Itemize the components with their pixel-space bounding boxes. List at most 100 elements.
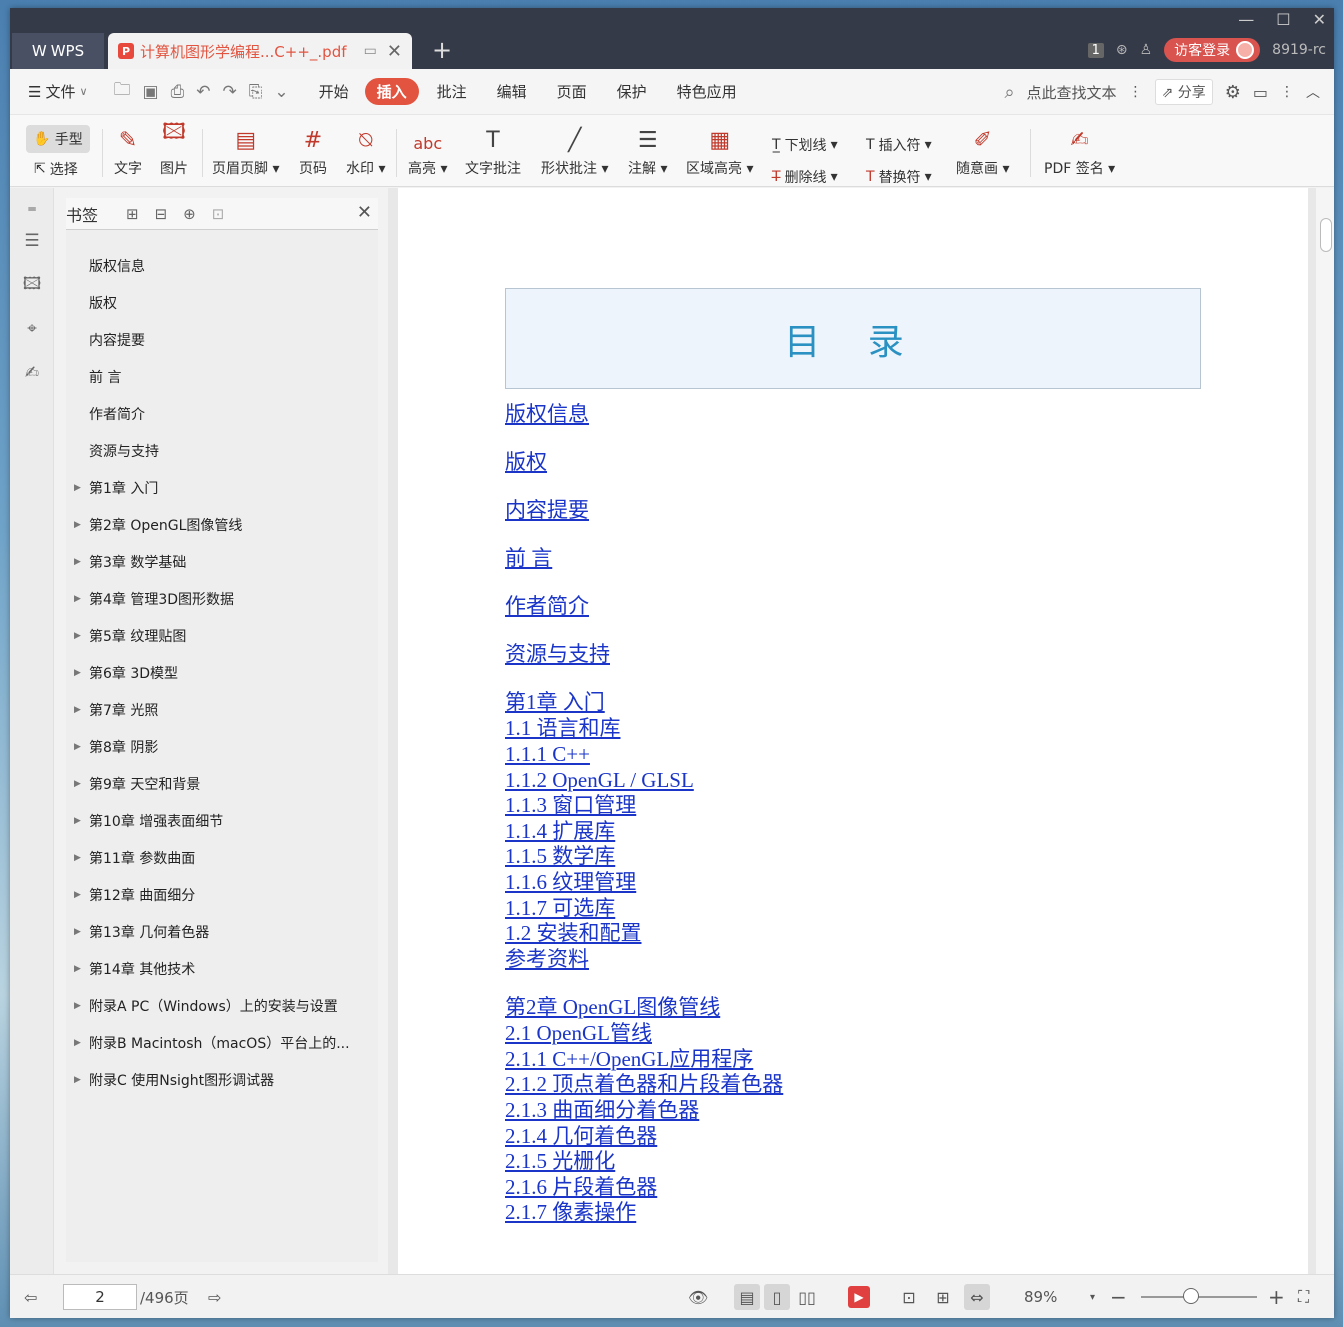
- window-count-badge[interactable]: 1: [1087, 42, 1104, 58]
- toc-link[interactable]: 2.1.4 几何着色器: [505, 1124, 657, 1148]
- signature-list-icon[interactable]: ✍: [21, 362, 43, 384]
- more-vertical-icon[interactable]: ⋮: [1129, 84, 1143, 100]
- bookmark-item[interactable]: ▶ 第2章 OpenGL图像管线: [66, 506, 378, 543]
- menu-start[interactable]: 开始: [309, 81, 359, 102]
- maximize-icon[interactable]: ☐: [1276, 10, 1290, 29]
- thumbnail-image-icon[interactable]: 🖾: [21, 274, 43, 296]
- fullscreen-icon[interactable]: ⛶: [1298, 1275, 1309, 1318]
- select-tool-button[interactable]: ⇱ 选择: [34, 159, 78, 179]
- bookmark-item[interactable]: ▶ 附录B Macintosh（macOS）平台上的...: [66, 1024, 378, 1061]
- bookmark-list-icon[interactable]: ☰: [21, 230, 43, 252]
- bookmark-item[interactable]: ▶ 第8章 阴影: [66, 728, 378, 765]
- toc-link[interactable]: 前 言: [505, 546, 552, 570]
- expand-arrow-icon[interactable]: ▶: [66, 1038, 89, 1048]
- share-button[interactable]: ⇗ 分享: [1154, 79, 1213, 105]
- fit-width-icon[interactable]: ⇔: [964, 1284, 990, 1310]
- skin-icon[interactable]: ⊛: [1116, 42, 1128, 58]
- note-button[interactable]: ☰ 注解 ▾: [628, 119, 667, 178]
- collapse-ribbon-icon[interactable]: ︿: [1306, 82, 1320, 102]
- toc-link[interactable]: 2.1.1 C++/OpenGL应用程序: [505, 1047, 753, 1071]
- toc-link[interactable]: 1.1.4 扩展库: [505, 819, 615, 843]
- bookmark-item[interactable]: ▶ 第1章 入门: [66, 469, 378, 506]
- toc-link[interactable]: 资源与支持: [505, 642, 610, 666]
- toc-link[interactable]: 版权: [505, 450, 547, 474]
- expand-arrow-icon[interactable]: ▶: [66, 705, 89, 715]
- insert-mark-button[interactable]: T 插入符 ▾: [866, 135, 932, 155]
- expand-arrow-icon[interactable]: ▶: [66, 483, 89, 493]
- toc-link[interactable]: 第2章 OpenGL图像管线: [505, 995, 720, 1019]
- toc-link[interactable]: 内容提要: [505, 498, 589, 522]
- add-bookmark-icon[interactable]: ⊞: [126, 205, 139, 223]
- area-highlight-button[interactable]: ▦ 区域高亮 ▾: [686, 119, 753, 178]
- minimize-icon[interactable]: —: [1238, 10, 1254, 29]
- expand-arrow-icon[interactable]: ▶: [66, 853, 89, 863]
- bookmark-item[interactable]: ▶ 第6章 3D模型: [66, 654, 378, 691]
- toc-link[interactable]: 1.1.7 可选库: [505, 896, 615, 920]
- drag-handle-icon[interactable]: ═: [21, 198, 43, 220]
- expand-arrow-icon[interactable]: ▶: [66, 631, 89, 641]
- toc-link[interactable]: 2.1 OpenGL管线: [505, 1021, 652, 1045]
- menu-page[interactable]: 页面: [547, 81, 597, 102]
- prev-page-icon[interactable]: ⇦: [24, 1275, 37, 1318]
- bookmark-item[interactable]: ▶ 第11章 参数曲面: [66, 839, 378, 876]
- expand-arrow-icon[interactable]: ▶: [66, 742, 89, 752]
- bookmark-item[interactable]: 前 言: [66, 358, 378, 395]
- bookmark-item[interactable]: ▶ 附录A PC（Windows）上的安装与设置: [66, 987, 378, 1024]
- redo-icon[interactable]: ↷: [216, 82, 242, 102]
- expand-arrow-icon[interactable]: ▶: [66, 816, 89, 826]
- bookmark-item[interactable]: ▶ 附录C 使用Nsight图形调试器: [66, 1061, 378, 1098]
- toc-link[interactable]: 1.2 安装和配置: [505, 921, 642, 945]
- more-dropdown-icon[interactable]: ⌄: [268, 82, 294, 102]
- strikethrough-button[interactable]: T̶ 删除线 ▾: [772, 167, 838, 187]
- expand-arrow-icon[interactable]: ▶: [66, 520, 89, 530]
- expand-arrow-icon[interactable]: ▶: [66, 1001, 89, 1011]
- toc-link[interactable]: 作者简介: [505, 594, 589, 618]
- two-page-view-icon[interactable]: ▯▯: [794, 1284, 820, 1310]
- annotation-tag-icon[interactable]: ⌖: [21, 318, 43, 340]
- bookmark-item[interactable]: ▶ 第4章 管理3D图形数据: [66, 580, 378, 617]
- bookmark-item[interactable]: ▶ 第12章 曲面细分: [66, 876, 378, 913]
- hand-tool-button[interactable]: ✋ 手型: [26, 125, 90, 153]
- zoom-out-icon[interactable]: −: [1110, 1275, 1127, 1318]
- pin-window-icon[interactable]: ▭: [364, 43, 377, 59]
- underline-button[interactable]: T̲ 下划线 ▾: [772, 135, 838, 155]
- toc-link[interactable]: 2.1.2 顶点着色器和片段着色器: [505, 1072, 783, 1096]
- menu-insert[interactable]: 插入: [364, 78, 419, 105]
- pdf-sign-button[interactable]: ✍ PDF 签名 ▾: [1044, 119, 1115, 178]
- zoom-level[interactable]: 89%: [1024, 1275, 1057, 1318]
- shirt-icon[interactable]: ♙: [1140, 42, 1153, 58]
- menu-special[interactable]: 特色应用: [667, 81, 747, 102]
- close-tab-icon[interactable]: ✕: [387, 41, 402, 62]
- menu-annotate[interactable]: 批注: [427, 81, 477, 102]
- page-number-button[interactable]: # 页码: [299, 119, 327, 178]
- zoom-slider-handle[interactable]: [1183, 1288, 1199, 1304]
- expand-arrow-icon[interactable]: ▶: [66, 927, 89, 937]
- fit-page-icon[interactable]: ⊞: [930, 1284, 956, 1310]
- new-bookmark-icon[interactable]: ⊕: [183, 205, 196, 223]
- header-footer-button[interactable]: ▤ 页眉页脚 ▾: [212, 119, 279, 178]
- watermark-button[interactable]: ⍉ 水印 ▾: [346, 119, 385, 178]
- bookmark-item[interactable]: 作者简介: [66, 395, 378, 432]
- export-icon[interactable]: ⎘: [243, 82, 269, 102]
- toc-link[interactable]: 1.1.1 C++: [505, 742, 590, 766]
- bookmark-item[interactable]: ▶ 第10章 增强表面细节: [66, 802, 378, 839]
- highlight-button[interactable]: abc 高亮 ▾: [408, 119, 447, 178]
- delete-bookmark-icon[interactable]: ⊡: [212, 205, 225, 223]
- toc-link[interactable]: 1.1.6 纹理管理: [505, 870, 636, 894]
- zoom-slider[interactable]: [1141, 1296, 1257, 1298]
- kebab-menu-icon[interactable]: ⋮: [1280, 84, 1294, 100]
- guest-login-button[interactable]: 访客登录: [1164, 38, 1261, 62]
- continuous-view-icon[interactable]: ▤: [734, 1284, 760, 1310]
- toc-link[interactable]: 第1章 入门: [505, 690, 605, 714]
- toc-link[interactable]: 2.1.6 片段着色器: [505, 1175, 657, 1199]
- close-panel-icon[interactable]: ✕: [357, 202, 372, 223]
- close-window-icon[interactable]: ✕: [1313, 10, 1326, 29]
- expand-arrow-icon[interactable]: ▶: [66, 594, 89, 604]
- gear-icon[interactable]: ⚙: [1225, 82, 1241, 103]
- expand-arrow-icon[interactable]: ▶: [66, 779, 89, 789]
- zoom-dropdown-icon[interactable]: ▾: [1090, 1275, 1095, 1318]
- find-text-field[interactable]: 点此查找文本: [1027, 82, 1117, 103]
- toc-link[interactable]: 2.1.7 像素操作: [505, 1200, 636, 1224]
- save-icon[interactable]: ▣: [137, 82, 165, 102]
- wps-home-tab[interactable]: W WPS: [12, 33, 104, 69]
